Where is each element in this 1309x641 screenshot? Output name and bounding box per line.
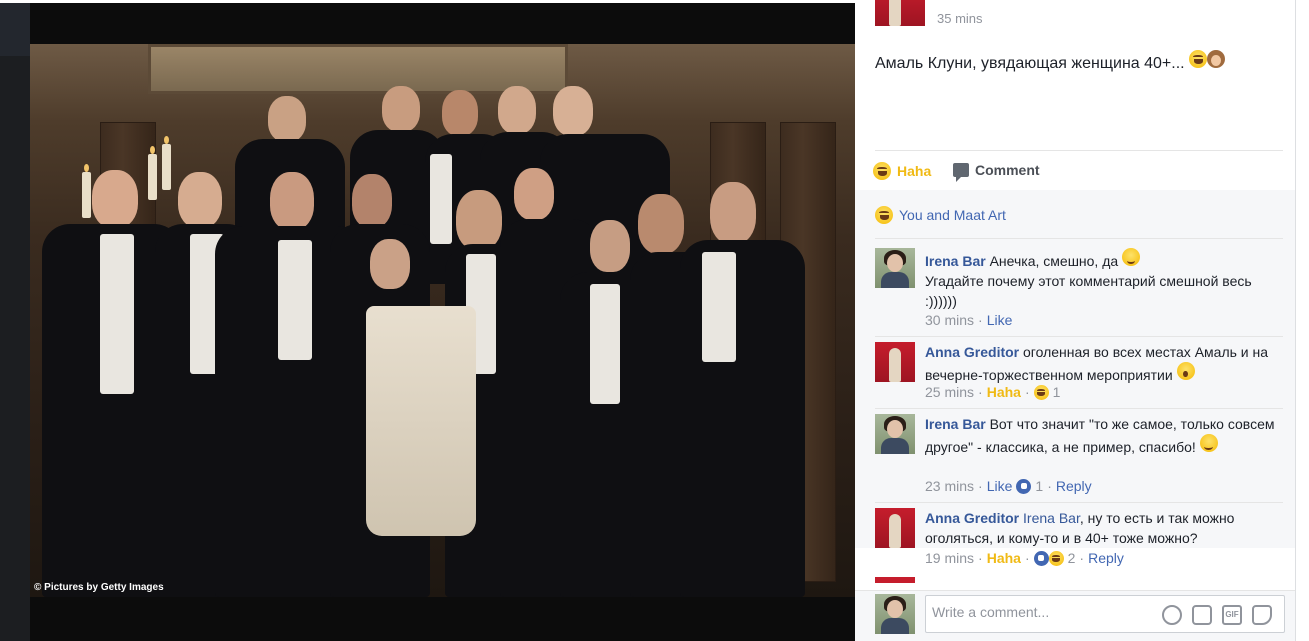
gif-icon[interactable]: GIF [1222, 605, 1242, 625]
left-sidebar-strip [0, 0, 30, 641]
photo-ceiling-decor [148, 44, 568, 94]
post-author-avatar[interactable] [875, 0, 925, 26]
next-comment-peek [875, 577, 915, 583]
comment-author[interactable]: Anna Greditor [925, 344, 1019, 360]
post-photo[interactable]: © Pictures by Getty Images [30, 44, 855, 597]
comment-author[interactable]: Irena Bar [925, 416, 986, 432]
reaction-count[interactable]: 1 [1053, 384, 1061, 400]
comment-text-line2: Угадайте почему этот комментарий смешной… [925, 273, 1252, 309]
haha-emoji-icon [873, 162, 891, 180]
comment-input[interactable] [932, 604, 1152, 620]
current-user-avatar[interactable] [875, 594, 915, 634]
smile-emoji-icon [1122, 248, 1141, 266]
woman-emoji-icon [1207, 50, 1226, 68]
comment-reply-link[interactable]: Reply [1088, 550, 1124, 566]
laughing-emoji-icon [1189, 50, 1208, 68]
haha-emoji-icon [1048, 550, 1064, 566]
photo-credit: © Pictures by Getty Images [34, 582, 164, 593]
commenter-avatar[interactable] [875, 248, 915, 288]
comment-time[interactable]: 19 mins [925, 550, 974, 566]
comment-meta: 23 mins · Like 1 · Reply [925, 478, 1092, 494]
sticker-icon[interactable] [1252, 605, 1272, 625]
comment-like-link[interactable]: Like [987, 478, 1013, 494]
comment-mention[interactable]: Irena Bar [1023, 510, 1080, 526]
scrollbar-track[interactable] [1295, 0, 1309, 641]
comment-button[interactable]: Comment [953, 162, 1040, 182]
post-timestamp[interactable]: 35 mins [937, 11, 983, 26]
comment-haha-link[interactable]: Haha [987, 550, 1021, 566]
comment-haha-link[interactable]: Haha [987, 384, 1021, 400]
haha-emoji-icon [875, 206, 893, 224]
reaction-count[interactable]: 2 [1068, 550, 1076, 566]
smile-emoji-icon [1199, 434, 1218, 452]
haha-reaction-button[interactable]: Haha [873, 162, 931, 180]
comment-input-box[interactable]: GIF [925, 595, 1285, 633]
comment-author[interactable]: Irena Bar [925, 253, 986, 269]
commenter-avatar[interactable] [875, 508, 915, 548]
haha-emoji-icon [1033, 384, 1049, 400]
camera-icon[interactable] [1192, 605, 1212, 625]
commenter-avatar[interactable] [875, 414, 915, 454]
post-divider [875, 150, 1283, 151]
comment-time[interactable]: 25 mins [925, 384, 974, 400]
like-thumb-icon [1016, 478, 1032, 494]
post-side-panel: 35 mins Амаль Клуни, увядающая женщина 4… [855, 0, 1309, 641]
comments-section: You and Maat Art Irena Bar Анечка, смешн… [855, 190, 1295, 548]
like-thumb-icon [1033, 550, 1049, 566]
post-text: Амаль Клуни, увядающая женщина 40+... [875, 50, 1226, 73]
emoji-icon[interactable] [1162, 605, 1182, 625]
comment-like-link[interactable]: Like [987, 312, 1013, 328]
comment-author[interactable]: Anna Greditor [925, 510, 1019, 526]
comment-text: Анечка, смешно, да [989, 253, 1119, 269]
comment-composer: GIF [855, 590, 1295, 641]
comment-bubble-icon [953, 163, 969, 182]
comment-time[interactable]: 30 mins [925, 312, 974, 328]
comment-time[interactable]: 23 mins [925, 478, 974, 494]
comment-meta: 19 mins · Haha · 2 · Reply [925, 550, 1124, 566]
comment-reply-link[interactable]: Reply [1056, 478, 1092, 494]
reaction-summary[interactable]: You and Maat Art [875, 206, 1006, 224]
wow-emoji-icon [1176, 362, 1195, 380]
commenter-avatar[interactable] [875, 342, 915, 382]
comment-meta: 25 mins · Haha · 1 [925, 384, 1061, 400]
comment-meta: 30 mins · Like [925, 312, 1013, 328]
reaction-count[interactable]: 1 [1035, 478, 1043, 494]
